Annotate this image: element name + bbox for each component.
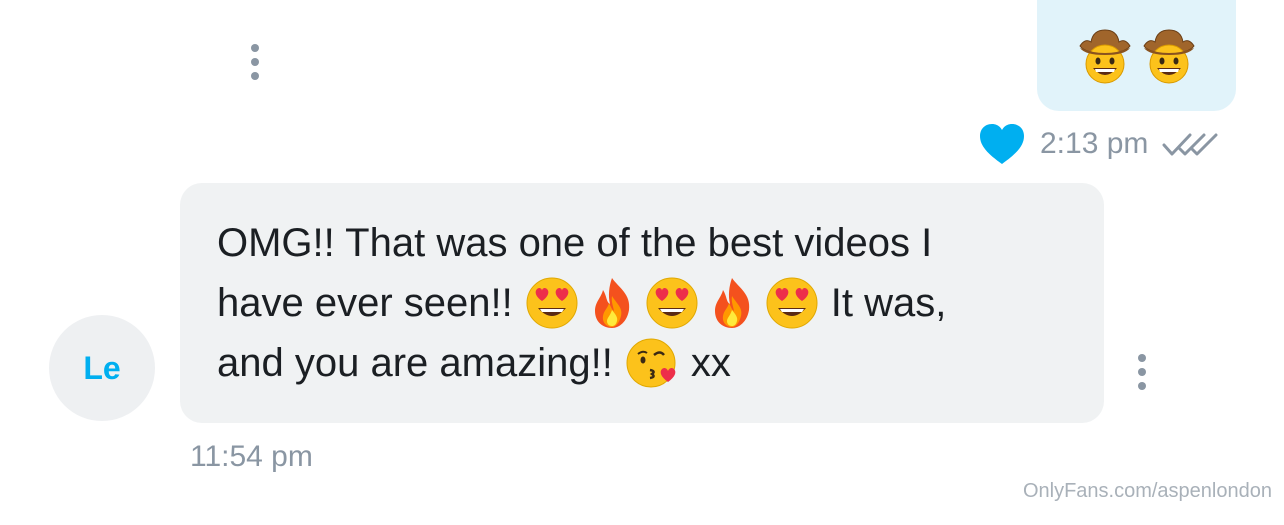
message-text: OMG!! That was one of the best videos I [217, 221, 933, 265]
watermark: OnlyFans.com/aspenlondon [1022, 480, 1272, 502]
incoming-message-bubble[interactable]: OMG!! That was one of the best videos I … [180, 183, 1104, 423]
cowboy-hat-face-emoji [1077, 26, 1133, 86]
dot [1138, 354, 1146, 362]
avatar-initials: Le [83, 349, 121, 386]
like-heart-icon[interactable] [978, 122, 1026, 166]
dot [1138, 382, 1146, 390]
heart-eyes-emoji [645, 276, 699, 330]
outgoing-message-meta: 2:13 pm [978, 120, 1218, 168]
message-text: and you are amazing!! [217, 341, 613, 385]
heart-eyes-emoji [765, 276, 819, 330]
kissing-heart-emoji [625, 336, 679, 390]
fire-emoji [585, 276, 639, 330]
message-options-button-incoming[interactable] [1138, 354, 1146, 390]
message-line-2: have ever seen!! It was, [217, 273, 1074, 333]
message-text: have ever seen!! [217, 281, 513, 325]
message-options-button-outgoing[interactable] [251, 44, 259, 80]
read-receipt-check-icon [1162, 133, 1218, 156]
sender-avatar[interactable]: Le [49, 315, 155, 421]
heart-eyes-emoji [525, 276, 579, 330]
dot [251, 58, 259, 66]
dot [1138, 368, 1146, 376]
message-line-3: and you are amazing!! xx [217, 333, 1074, 393]
message-text: xx [690, 341, 731, 385]
incoming-message-time: 11:54 pm [190, 440, 313, 473]
message-text: It was, [830, 281, 947, 325]
message-line-1: OMG!! That was one of the best videos I [217, 213, 1074, 273]
dot [251, 72, 259, 80]
outgoing-message-bubble[interactable] [1037, 0, 1236, 111]
cowboy-hat-face-emoji [1141, 26, 1197, 86]
outgoing-message-time: 2:13 pm [1040, 127, 1149, 160]
fire-emoji [705, 276, 759, 330]
dot [251, 44, 259, 52]
